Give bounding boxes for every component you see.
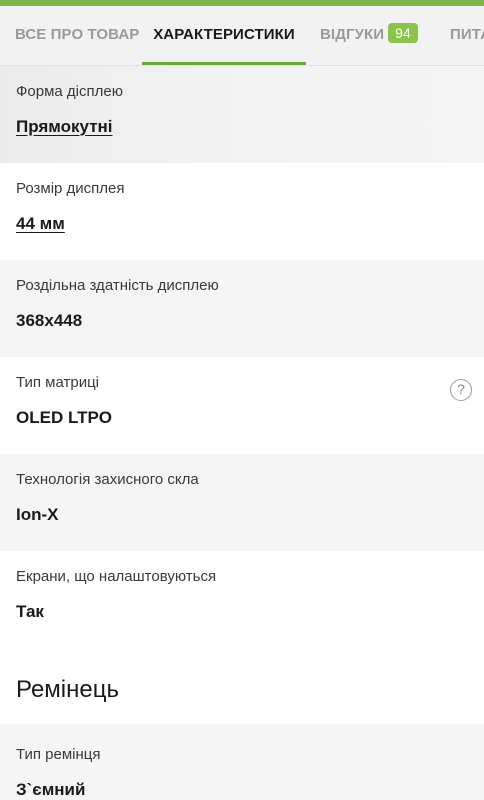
spec-label: Тип матриці: [16, 374, 100, 391]
spec-row: Розмір дисплея 44 мм: [0, 163, 484, 260]
spec-value: OLED LTPO: [16, 408, 113, 427]
specs-list: Форма дісплею Прямокутні Розмір дисплея …: [0, 66, 484, 648]
reviews-count-badge: 94: [388, 23, 418, 44]
tab-all-about-product[interactable]: ВСЕ ПРО ТОВАР: [11, 6, 143, 65]
product-tabs: ВСЕ ПРО ТОВАР ХАРАКТЕРИСТИКИ ВІДГУКИ 94 П…: [0, 6, 484, 66]
spec-row: Тип матриці OLED LTPO ?: [0, 357, 484, 454]
spec-row: Екрани, що налаштовуються Так: [0, 551, 484, 648]
tab-label: ХАРАКТЕРИСТИКИ: [153, 26, 295, 43]
tab-questions[interactable]: ПИТА: [446, 6, 484, 65]
spec-value-link[interactable]: Прямокутні: [16, 117, 113, 137]
tab-reviews[interactable]: ВІДГУКИ 94: [316, 6, 422, 65]
spec-row: Технологія захисного скла Ion-X: [0, 454, 484, 551]
spec-value: 368x448: [16, 311, 83, 330]
spec-row: Форма дісплею Прямокутні: [0, 66, 484, 163]
tab-label: ВІДГУКИ: [320, 26, 385, 43]
question-circle-icon[interactable]: ?: [450, 379, 472, 401]
spec-value: З`ємний: [16, 780, 86, 799]
spec-row: Тип ремінця З`ємний: [0, 724, 484, 800]
spec-value: Ion-X: [16, 505, 59, 524]
spec-value: Так: [16, 602, 44, 621]
spec-label: Розмір дисплея: [16, 180, 125, 197]
spec-label: Роздільна здатність дисплею: [16, 277, 219, 294]
tab-label: ПИТА: [450, 26, 484, 43]
spec-label: Технологія захисного скла: [16, 471, 199, 488]
spec-label: Форма дісплею: [16, 83, 123, 100]
spec-value-link[interactable]: 44 мм: [16, 214, 65, 234]
spec-label: Екрани, що налаштовуються: [16, 568, 217, 585]
tab-label: ВСЕ ПРО ТОВАР: [15, 26, 140, 43]
tab-characteristics[interactable]: ХАРАКТЕРИСТИКИ: [142, 6, 306, 65]
section-title-strap: Ремінець: [16, 676, 119, 703]
spec-row: Роздільна здатність дисплею 368x448: [0, 260, 484, 357]
spec-label: Тип ремінця: [16, 746, 101, 763]
